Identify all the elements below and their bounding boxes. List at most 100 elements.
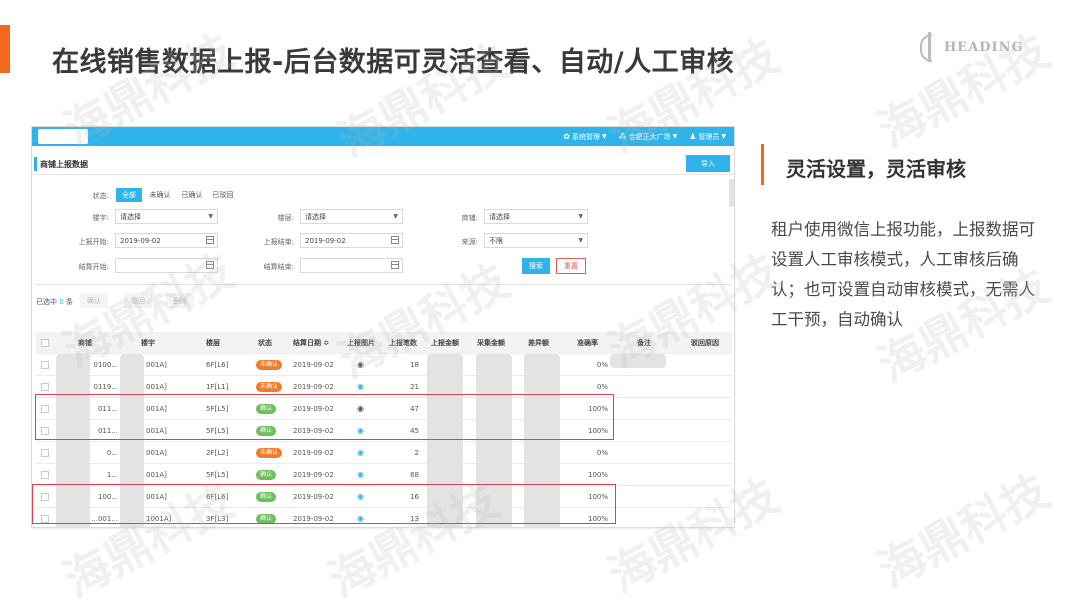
- eye-icon[interactable]: ◉: [357, 404, 364, 413]
- status-badge: 未确认: [256, 360, 283, 370]
- status-tab-all[interactable]: 全部: [116, 188, 142, 202]
- select-all-checkbox[interactable]: [41, 339, 49, 347]
- source-select[interactable]: 不限 ▼: [484, 233, 588, 248]
- cell-count: 13: [410, 515, 419, 523]
- row-checkbox[interactable]: [41, 383, 49, 391]
- settle-end-label: 结算结束:: [263, 263, 294, 271]
- row-checkbox[interactable]: [41, 449, 49, 457]
- status-badge: 确认: [256, 514, 277, 524]
- row-checkbox[interactable]: [41, 493, 49, 501]
- building-select[interactable]: 请选择 ▼: [115, 209, 218, 224]
- floor-select[interactable]: 请选择 ▼: [300, 209, 403, 224]
- selected-prefix: 已选中: [36, 298, 57, 306]
- section-divider: [36, 284, 732, 285]
- status-cell: 确认: [256, 420, 290, 442]
- report-start-value: 2019-09-02: [120, 236, 161, 245]
- cell-count: 16: [410, 493, 419, 501]
- cell-building: 001A]: [146, 493, 167, 501]
- import-button[interactable]: 导入: [686, 155, 730, 172]
- status-tab-rejected[interactable]: 已驳回: [208, 188, 238, 202]
- page-title: 商铺上报数据: [40, 160, 88, 169]
- status-badge: 确认: [256, 492, 277, 502]
- status-cell: 确认: [256, 508, 290, 527]
- col-floor: 楼层: [206, 339, 220, 347]
- col-settle-date[interactable]: 结算日期 ≎: [293, 332, 329, 354]
- app-topbar: ✿ 系统管理 ▼ ⁂ 合肥正大广场 ▼ ♟ 管理员 ▼: [32, 127, 734, 146]
- source-label: 来源:: [461, 238, 478, 246]
- image-cell: ◉: [357, 464, 369, 486]
- cell-floor: 1F[L1]: [206, 383, 229, 391]
- status-cell: 确认: [256, 398, 290, 420]
- settle-start-date[interactable]: [115, 258, 218, 273]
- eye-icon[interactable]: ◉: [357, 448, 364, 457]
- logo-mark-icon: [918, 32, 940, 62]
- masked-note: [610, 354, 666, 368]
- col-collect-amount: 采集金额: [477, 339, 505, 347]
- eye-icon[interactable]: ◉: [357, 514, 364, 523]
- shop-select[interactable]: 请选择 ▼: [484, 209, 588, 224]
- status-tab-unconfirmed[interactable]: 未确认: [145, 188, 175, 202]
- row-checkbox[interactable]: [41, 471, 49, 479]
- bulk-delete-button[interactable]: 删除: [166, 293, 194, 308]
- calendar-icon: [391, 261, 399, 269]
- cell-floor: 6F[L6]: [206, 493, 229, 501]
- cell-building: 001A]: [146, 449, 167, 457]
- topbar-mall-label: 合肥正大广场: [628, 132, 671, 141]
- cell-count: 18: [410, 361, 419, 369]
- image-cell: ◉: [357, 442, 369, 464]
- shop-label: 商铺:: [461, 214, 478, 222]
- cell-floor: 5F[L5]: [206, 405, 229, 413]
- col-count: 上报笔数: [389, 339, 417, 347]
- report-end-date[interactable]: 2019-09-02: [300, 233, 403, 248]
- cell-building: 001A]: [146, 471, 167, 479]
- org-icon: ⁂: [618, 132, 627, 141]
- status-tab-confirmed[interactable]: 已确认: [177, 188, 207, 202]
- cell-rate: 100%: [587, 515, 608, 523]
- status-badge: 确认: [256, 404, 277, 414]
- topbar-system-menu[interactable]: ✿ 系统管理 ▼: [563, 132, 606, 142]
- cell-count: 68: [410, 471, 419, 479]
- row-checkbox[interactable]: [41, 515, 49, 523]
- scrollbar[interactable]: [729, 179, 734, 207]
- side-description: 租户使用微信上报功能，上报数据可设置人工审核模式，人工审核后确认；也可设置自动审…: [771, 220, 1035, 329]
- reset-button[interactable]: 重置: [556, 258, 586, 274]
- cell-rate: 0%: [596, 383, 608, 391]
- topbar-user-menu[interactable]: ♟ 管理员 ▼: [689, 132, 726, 142]
- chevron-down-icon: ▼: [601, 133, 607, 140]
- image-cell: ◉: [357, 486, 369, 508]
- row-checkbox[interactable]: [41, 427, 49, 435]
- bulk-reject-button[interactable]: 驳回: [124, 293, 152, 308]
- company-logo: HEADING: [918, 32, 1024, 62]
- eye-icon[interactable]: ◉: [357, 382, 364, 391]
- row-checkbox[interactable]: [41, 405, 49, 413]
- status-cell: 确认: [256, 486, 290, 508]
- image-cell: ◉: [357, 420, 369, 442]
- cell-floor: 5F[L5]: [206, 471, 229, 479]
- title-accent-bar: [0, 25, 10, 73]
- topbar-mall-menu[interactable]: ⁂ 合肥正大广场 ▼: [619, 132, 678, 142]
- cell-building: 001A]: [146, 361, 167, 369]
- eye-icon[interactable]: ◉: [357, 492, 364, 501]
- status-label: 状态:: [92, 192, 109, 200]
- slide-title: 在线销售数据上报-后台数据可灵活查看、自动/人工审核: [52, 47, 735, 78]
- masked-diff-column: [524, 354, 560, 527]
- search-button[interactable]: 搜索: [522, 258, 550, 274]
- cell-date: 2019-09-02: [293, 449, 334, 457]
- settle-end-date[interactable]: [300, 258, 403, 273]
- cell-floor: 5F[L5]: [206, 427, 229, 435]
- source-select-value: 不限: [489, 236, 503, 245]
- eye-icon[interactable]: ◉: [357, 426, 364, 435]
- cell-date: 2019-09-02: [293, 361, 334, 369]
- status-badge: 确认: [256, 426, 277, 436]
- report-start-label: 上报开始:: [78, 238, 109, 246]
- cell-building: 001A]: [146, 383, 167, 391]
- eye-icon[interactable]: ◉: [357, 360, 364, 369]
- bulk-confirm-button[interactable]: 确认: [80, 293, 108, 308]
- eye-icon[interactable]: ◉: [357, 470, 364, 479]
- cell-date: 2019-09-02: [293, 515, 334, 523]
- cell-rate: 0%: [596, 361, 608, 369]
- report-start-date[interactable]: 2019-09-02: [115, 233, 218, 248]
- building-select-value: 请选择: [120, 212, 141, 221]
- chevron-down-icon: ▼: [721, 133, 726, 140]
- row-checkbox[interactable]: [41, 361, 49, 369]
